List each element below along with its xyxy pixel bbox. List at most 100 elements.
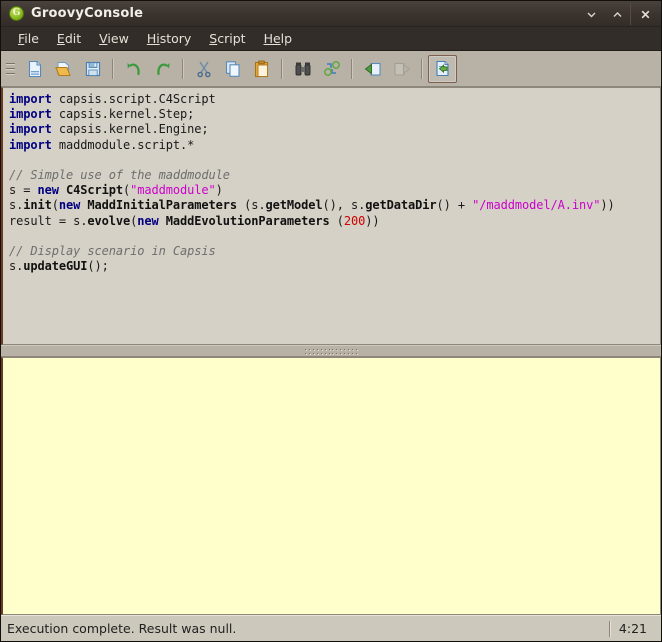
- code-token: init: [23, 198, 52, 213]
- undo-arrow-icon: [127, 62, 140, 75]
- code-line: // Display scenario in Capsis: [9, 244, 660, 259]
- title-bar[interactable]: G GroovyConsole: [1, 1, 661, 27]
- code-token: s.: [9, 198, 24, 213]
- title-bar-left: G GroovyConsole: [9, 6, 143, 21]
- cut-scissors-icon: [196, 61, 211, 77]
- window-title: GroovyConsole: [31, 6, 144, 21]
- app-icon-letter: G: [12, 8, 21, 18]
- toolbar-drag-handle[interactable]: [4, 58, 16, 80]
- code-token: // Display scenario in Capsis: [9, 244, 216, 259]
- open-folder-icon: [54, 61, 71, 76]
- groovy-logo-icon: G: [9, 6, 24, 21]
- copy-button[interactable]: [218, 55, 247, 83]
- code-token: capsis.kernel.Engine;: [51, 122, 209, 137]
- code-token: import: [9, 107, 52, 122]
- paste-clipboard-icon: [254, 60, 268, 77]
- menu-view-rest: iew: [107, 31, 129, 46]
- pane-splitter[interactable]: [1, 345, 661, 357]
- code-token: (: [51, 198, 59, 213]
- code-token: result = s.: [9, 213, 88, 228]
- redo-button[interactable]: [148, 55, 177, 83]
- code-line: import maddmodule.script.*: [9, 138, 660, 153]
- code-token: (: [329, 213, 344, 228]
- chevron-down-icon: [587, 12, 595, 17]
- code-line: s.init(new MaddInitialParameters (s.getM…: [9, 198, 660, 213]
- code-token: s =: [9, 183, 38, 198]
- code-token: ): [215, 183, 223, 198]
- close-button[interactable]: [630, 3, 659, 25]
- code-token: s.: [9, 259, 24, 274]
- history-next-button[interactable]: [387, 55, 416, 83]
- code-editor-text[interactable]: import capsis.script.C4Script import caps…: [3, 88, 660, 274]
- code-token: evolve: [87, 213, 131, 228]
- history-next-icon: [393, 62, 410, 76]
- code-token: new: [58, 198, 81, 213]
- save-button[interactable]: [78, 55, 107, 83]
- code-line: import capsis.kernel.Engine;: [9, 122, 660, 137]
- output-text: [3, 358, 660, 364]
- menu-help-mnemonic: He: [263, 31, 281, 46]
- code-line: s = new C4Script("maddmodule"): [9, 183, 660, 198]
- code-token: "/maddmodel/A.inv": [472, 198, 601, 213]
- menu-bar: File Edit View History Script Help: [1, 27, 661, 51]
- code-token: ();: [87, 259, 109, 274]
- new-file-button[interactable]: [20, 55, 49, 83]
- code-token: import: [9, 122, 52, 137]
- code-token: (), s.: [322, 198, 366, 213]
- code-line: import capsis.kernel.Step;: [9, 107, 660, 122]
- open-file-button[interactable]: [49, 55, 78, 83]
- code-token: capsis.kernel.Step;: [51, 107, 195, 122]
- toolbar-separator: [351, 58, 353, 79]
- cut-button[interactable]: [189, 55, 218, 83]
- code-token: maddmodule.script.*: [51, 137, 195, 152]
- find-binoculars-icon: [295, 62, 310, 75]
- menu-help[interactable]: Help: [255, 29, 302, 48]
- code-token: MaddEvolutionParameters: [165, 213, 330, 228]
- toolbar-separator: [182, 58, 184, 79]
- cursor-position-indicator: 4:21: [618, 621, 647, 636]
- output-pane[interactable]: [1, 357, 661, 615]
- status-message: Execution complete. Result was null.: [7, 621, 237, 636]
- menu-history[interactable]: History: [138, 29, 200, 48]
- menu-view[interactable]: View: [90, 29, 138, 48]
- run-script-button[interactable]: [428, 54, 457, 83]
- menu-edit-rest: dit: [64, 31, 82, 46]
- code-token: updateGUI: [23, 259, 88, 274]
- groovy-console-window: G GroovyConsole File Edit View History S…: [0, 0, 662, 642]
- code-token: "maddmodule": [130, 183, 216, 198]
- splitter-grip: [305, 348, 357, 354]
- copy-pages-icon: [225, 60, 240, 77]
- toolbar-separator: [112, 58, 114, 79]
- new-file-icon: [28, 60, 41, 77]
- code-token: )): [365, 213, 380, 228]
- maximize-button[interactable]: [604, 3, 630, 25]
- replace-button[interactable]: [317, 55, 346, 83]
- menu-script-rest: cript: [217, 31, 246, 46]
- toolbar: [1, 51, 661, 87]
- history-previous-button[interactable]: [358, 55, 387, 83]
- menu-file[interactable]: File: [9, 29, 48, 48]
- menu-edit[interactable]: Edit: [48, 29, 90, 48]
- menu-script[interactable]: Script: [200, 29, 254, 48]
- find-button[interactable]: [288, 55, 317, 83]
- code-token: getDataDir: [365, 198, 437, 213]
- status-bar: Execution complete. Result was null. 4:2…: [1, 615, 661, 641]
- minimize-button[interactable]: [578, 3, 604, 25]
- menu-file-rest: ile: [24, 31, 39, 46]
- undo-button[interactable]: [119, 55, 148, 83]
- paste-button[interactable]: [247, 55, 276, 83]
- splitter-grip-row: [305, 348, 357, 350]
- close-icon: [641, 10, 649, 18]
- code-editor-pane[interactable]: import capsis.script.C4Script import caps…: [1, 87, 661, 345]
- code-token: () +: [436, 198, 473, 213]
- toolbar-separator: [281, 58, 283, 79]
- code-token: )): [600, 198, 615, 213]
- code-token: import: [9, 92, 52, 106]
- code-token: getModel: [265, 198, 323, 213]
- code-token: // Simple use of the maddmodule: [9, 168, 230, 183]
- code-token: C4Script: [66, 183, 123, 198]
- code-token: new: [37, 183, 59, 198]
- toolbar-separator: [421, 58, 423, 79]
